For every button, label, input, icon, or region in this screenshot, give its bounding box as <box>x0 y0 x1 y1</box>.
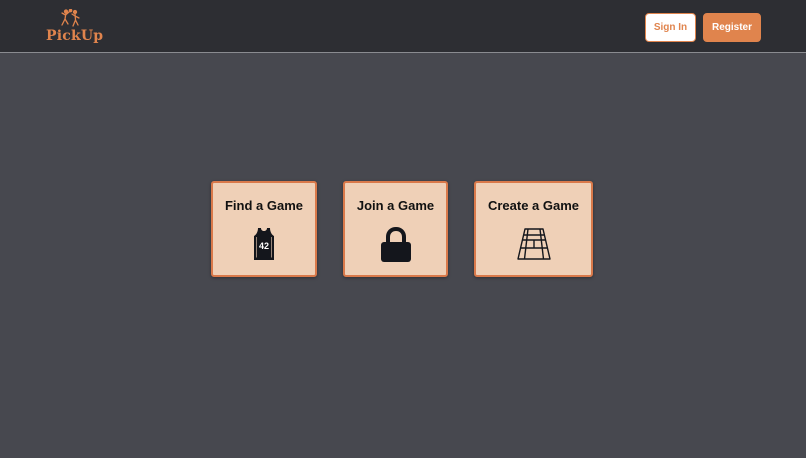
jersey-number: 42 <box>259 241 269 251</box>
lock-icon <box>380 227 411 262</box>
card-title: Create a Game <box>487 198 580 213</box>
sign-in-button[interactable]: Sign In <box>645 13 696 42</box>
logo[interactable]: PickUp <box>44 9 104 45</box>
court-icon <box>516 228 551 260</box>
join-a-game-card[interactable]: Join a Game <box>343 181 448 277</box>
find-a-game-card[interactable]: Find a Game 42 <box>211 181 317 277</box>
top-nav-bar: PickUp Sign In Register <box>0 0 806 53</box>
basketball-players-icon <box>61 9 80 27</box>
register-button[interactable]: Register <box>703 13 761 42</box>
create-a-game-card[interactable]: Create a Game <box>474 181 593 277</box>
logo-text: PickUp <box>46 28 104 44</box>
jersey-icon: 42 <box>254 228 274 260</box>
card-title: Find a Game <box>224 198 304 213</box>
card-title: Join a Game <box>356 198 435 213</box>
